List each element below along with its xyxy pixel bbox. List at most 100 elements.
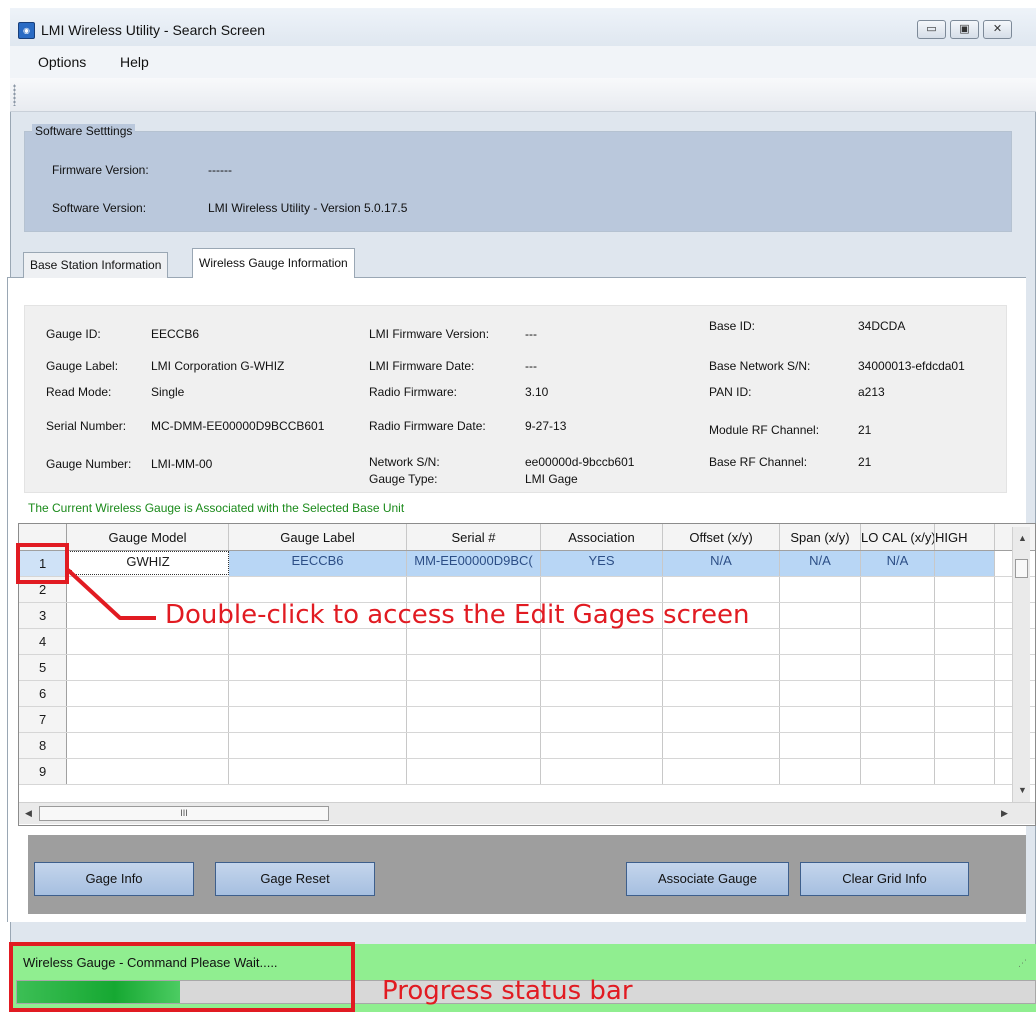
grid-cell[interactable] (663, 759, 780, 784)
table-row[interactable]: 5 (19, 655, 1035, 681)
associate-gauge-button[interactable]: Associate Gauge (626, 862, 789, 896)
grid-cell[interactable] (407, 707, 541, 732)
grid-cell[interactable] (541, 577, 663, 602)
grid-cell[interactable] (407, 629, 541, 654)
grid-cell[interactable] (407, 681, 541, 706)
grid-cell[interactable] (541, 733, 663, 758)
grid-cell[interactable] (407, 733, 541, 758)
grid-cell[interactable] (229, 655, 407, 680)
grid-horizontal-scrollbar[interactable]: ◀ III ▶ (19, 802, 1035, 824)
toolbar-grip-icon[interactable] (13, 84, 16, 106)
grid-cell[interactable] (541, 759, 663, 784)
grid-cell[interactable] (861, 577, 935, 602)
gauge-grid[interactable]: Gauge Model Gauge Label Serial # Associatio… (18, 523, 1036, 826)
scroll-up-icon[interactable]: ▲ (1018, 533, 1027, 543)
scroll-down-icon[interactable]: ▼ (1018, 785, 1027, 795)
row-number[interactable]: 7 (19, 707, 67, 732)
menu-options[interactable]: Options (38, 54, 86, 70)
grid-cell[interactable] (780, 759, 861, 784)
grid-cell[interactable] (407, 759, 541, 784)
grid-cell[interactable] (229, 759, 407, 784)
grid-column-header[interactable]: Gauge Model (67, 524, 229, 550)
grid-cell[interactable] (67, 707, 229, 732)
grid-cell[interactable] (229, 681, 407, 706)
grid-cell[interactable] (861, 759, 935, 784)
grid-cell[interactable] (935, 603, 995, 628)
grid-cell[interactable] (663, 655, 780, 680)
table-row[interactable]: 1 GWHIZ EECCB6 MM-EE00000D9BC(YES N/A N/A N/A (19, 551, 1035, 577)
table-row[interactable]: 8 (19, 733, 1035, 759)
grid-cell[interactable] (935, 577, 995, 602)
table-row[interactable]: 6 (19, 681, 1035, 707)
menu-help[interactable]: Help (120, 54, 149, 70)
grid-cell[interactable] (67, 629, 229, 654)
grid-cell[interactable] (663, 681, 780, 706)
grid-cell[interactable] (67, 681, 229, 706)
grid-cell[interactable]: N/A (861, 551, 935, 576)
grid-cell[interactable] (861, 681, 935, 706)
grid-cell[interactable] (780, 681, 861, 706)
grid-column-header[interactable]: Offset (x/y) (663, 524, 780, 550)
grid-cell[interactable]: N/A (780, 551, 861, 576)
grid-column-header[interactable]: Serial # (407, 524, 541, 550)
grid-cell[interactable] (67, 655, 229, 680)
grid-cell[interactable] (780, 655, 861, 680)
maximize-button[interactable]: ▣ (950, 20, 979, 39)
grid-cell[interactable] (407, 577, 541, 602)
row-number[interactable]: 3 (19, 603, 67, 628)
grid-cell[interactable]: MM-EE00000D9BC( (407, 551, 541, 576)
grid-cell[interactable] (541, 629, 663, 654)
minimize-button[interactable]: ▭ (917, 20, 946, 39)
row-number[interactable]: 4 (19, 629, 67, 654)
clear-grid-info-button[interactable]: Clear Grid Info (800, 862, 969, 896)
vertical-scroll-thumb[interactable] (1015, 559, 1028, 578)
grid-cell[interactable] (935, 733, 995, 758)
row-number[interactable]: 8 (19, 733, 67, 758)
grid-cell[interactable] (780, 577, 861, 602)
row-number[interactable]: 5 (19, 655, 67, 680)
grid-cell[interactable]: EECCB6 (229, 551, 407, 576)
grid-cell[interactable] (935, 629, 995, 654)
grid-column-header[interactable]: Span (x/y) (780, 524, 861, 550)
gage-info-button[interactable]: Gage Info (34, 862, 194, 896)
grid-cell[interactable] (861, 629, 935, 654)
tab-base-station-information[interactable]: Base Station Information (23, 252, 169, 278)
grid-cell[interactable]: YES (541, 551, 663, 576)
grid-cell[interactable] (935, 655, 995, 680)
grid-cell[interactable] (541, 655, 663, 680)
grid-cell[interactable] (861, 707, 935, 732)
grid-cell[interactable] (541, 681, 663, 706)
grid-cell[interactable] (861, 733, 935, 758)
scroll-right-icon[interactable]: ▶ (1001, 808, 1008, 819)
grid-column-header[interactable]: HIGH (935, 524, 995, 550)
gage-reset-button[interactable]: Gage Reset (215, 862, 375, 896)
grid-cell[interactable] (780, 733, 861, 758)
grid-vertical-scrollbar[interactable]: ▲ ▼ (1012, 527, 1030, 802)
grid-cell[interactable] (663, 577, 780, 602)
grid-cell[interactable] (229, 629, 407, 654)
close-button[interactable]: ✕ (983, 20, 1012, 39)
grid-cell[interactable] (407, 655, 541, 680)
grid-column-header[interactable]: Association (541, 524, 663, 550)
grid-cell[interactable] (229, 733, 407, 758)
grid-cell[interactable] (663, 733, 780, 758)
grid-cell[interactable] (663, 629, 780, 654)
grid-cell[interactable] (861, 655, 935, 680)
grid-cell[interactable] (780, 603, 861, 628)
grid-cell[interactable] (780, 707, 861, 732)
grid-cell[interactable] (935, 681, 995, 706)
resize-grip-icon[interactable]: ⋰ (1018, 958, 1027, 969)
table-row[interactable]: 9 (19, 759, 1035, 785)
row-number[interactable]: 6 (19, 681, 67, 706)
row-number[interactable]: 9 (19, 759, 67, 784)
grid-column-header[interactable]: Gauge Label (229, 524, 407, 550)
table-row[interactable]: 7 (19, 707, 1035, 733)
grid-cell[interactable]: N/A (663, 551, 780, 576)
grid-cell[interactable] (229, 707, 407, 732)
grid-cell[interactable] (935, 759, 995, 784)
horizontal-scroll-thumb[interactable]: III (39, 806, 329, 821)
grid-cell[interactable] (935, 707, 995, 732)
grid-cell[interactable] (541, 707, 663, 732)
grid-cell[interactable] (67, 759, 229, 784)
scroll-left-icon[interactable]: ◀ (25, 808, 32, 819)
